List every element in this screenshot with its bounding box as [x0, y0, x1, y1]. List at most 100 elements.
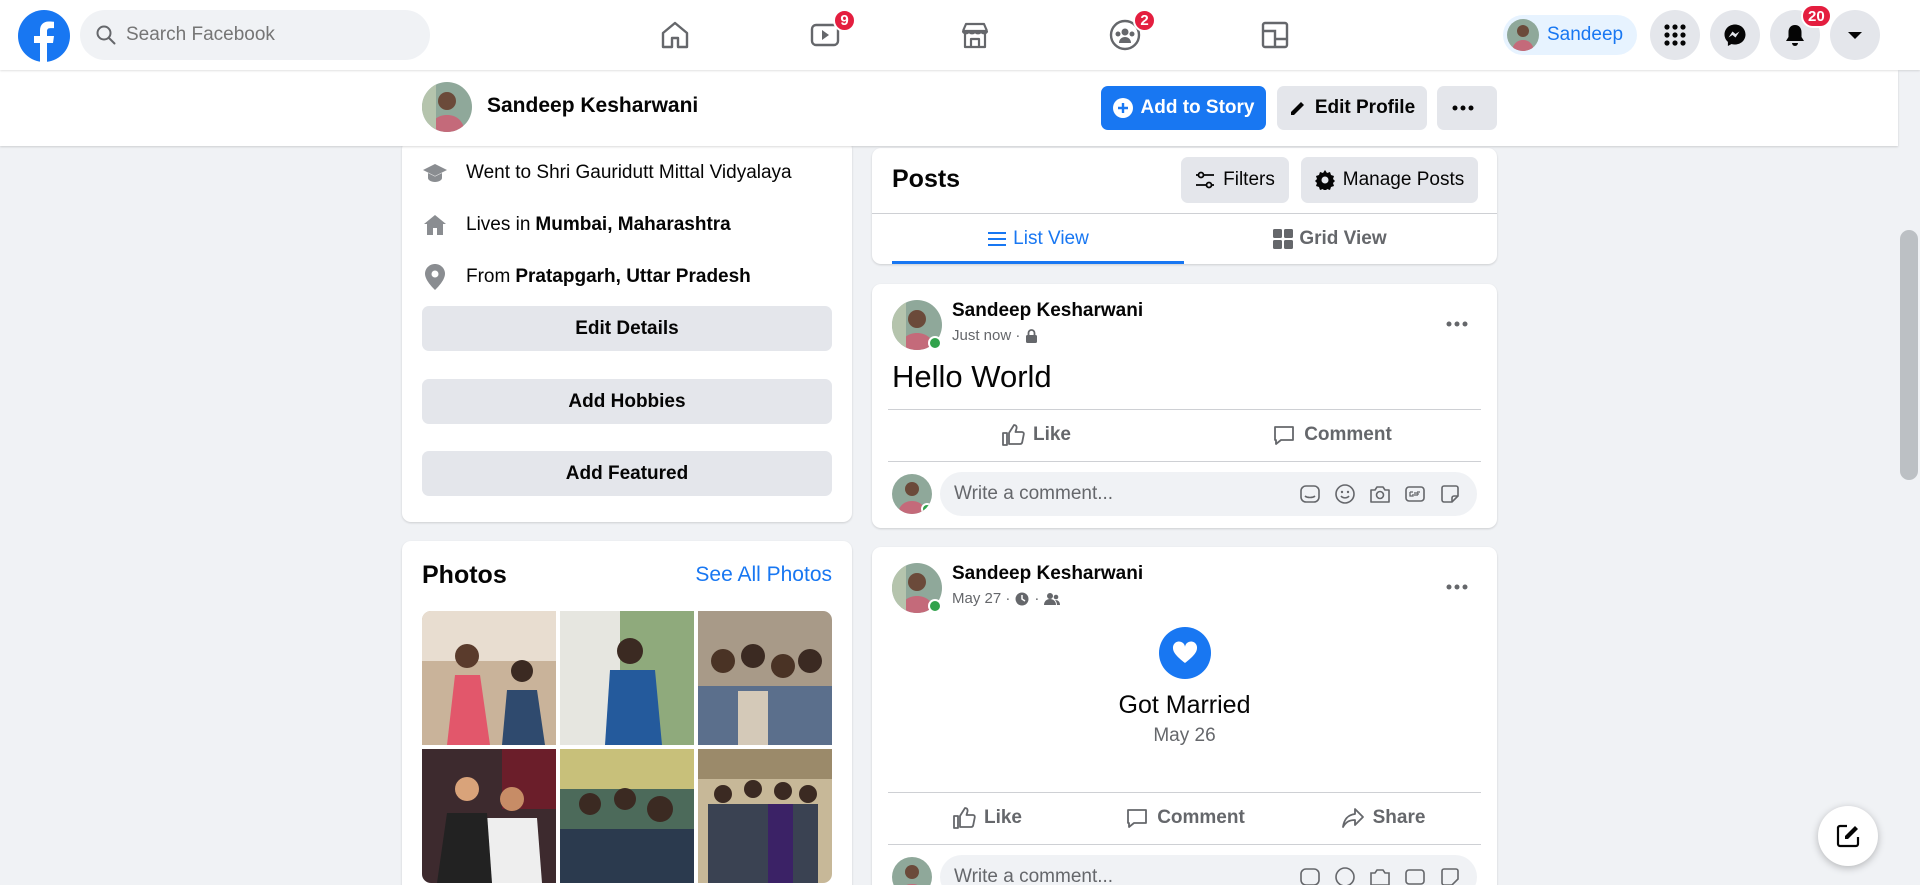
like-label: Like	[1032, 424, 1072, 445]
post-author[interactable]: Sandeep Kesharwani	[952, 563, 1143, 585]
gif-icon[interactable]	[1397, 862, 1432, 885]
comment-button[interactable]: Comment	[1086, 798, 1284, 838]
lives-in-place[interactable]: Mumbai, Maharashtra	[535, 214, 730, 236]
notifications-button[interactable]: 20	[1770, 4, 1832, 60]
lives-in-prefix: Lives in	[466, 214, 531, 235]
from-place[interactable]: Pratapgarh, Uttar Pradesh	[515, 266, 750, 288]
like-button[interactable]: Like	[888, 798, 1086, 838]
manage-posts-button[interactable]: Manage Posts	[1301, 157, 1478, 203]
divider	[888, 409, 1481, 410]
edit-profile-button[interactable]: Edit Profile	[1277, 86, 1427, 130]
comment-input[interactable]: Write a comment...	[940, 855, 1477, 885]
nav-marketplace[interactable]	[900, 0, 1050, 70]
comment-placeholder: Write a comment...	[954, 866, 1114, 885]
camera-icon[interactable]	[1362, 479, 1397, 509]
lives-in-row: Lives in Mumbai, Maharashtra	[422, 212, 731, 238]
see-all-photos-link[interactable]: See All Photos	[695, 563, 832, 587]
lock-icon[interactable]	[1020, 328, 1038, 343]
page-scrollbar[interactable]	[1898, 70, 1920, 885]
life-event-title: Got Married	[1118, 691, 1251, 719]
thumbs-up-icon	[1001, 423, 1033, 447]
comment-label: Comment	[1157, 807, 1245, 828]
facebook-logo-icon[interactable]	[18, 10, 70, 62]
like-label: Like	[983, 807, 1023, 828]
nav-groups[interactable]: 2	[1050, 0, 1200, 70]
heart-icon	[1159, 627, 1211, 679]
marketplace-icon	[959, 19, 991, 51]
photo-thumbnail[interactable]	[698, 611, 832, 745]
post-options-button[interactable]	[1437, 304, 1477, 344]
scrollbar-thumb[interactable]	[1900, 230, 1918, 480]
posts-header-card: Posts Filters Manage Posts List View Gri…	[872, 148, 1497, 264]
location-pin-icon	[422, 264, 448, 290]
post-card: Sandeep Kesharwani May 27 · · Got Marrie…	[872, 547, 1497, 885]
plus-circle-icon	[1112, 98, 1141, 118]
menu-button[interactable]	[1650, 10, 1700, 60]
like-button[interactable]: Like	[888, 415, 1184, 455]
comment-icon	[1125, 806, 1157, 830]
main-nav-tabs: 9 2	[600, 0, 1350, 70]
avatar[interactable]	[422, 82, 472, 132]
emoji-icon[interactable]	[1327, 479, 1362, 509]
edit-details-button[interactable]: Edit Details	[422, 306, 832, 351]
nav-watch[interactable]: 9	[750, 0, 900, 70]
add-to-story-button[interactable]: Add to Story	[1101, 86, 1266, 130]
watch-badge: 9	[833, 9, 856, 32]
photo-thumbnail[interactable]	[422, 749, 556, 883]
photos-card: Photos See All Photos	[402, 541, 852, 885]
post-meta: Just now ·	[952, 327, 1038, 344]
online-status-dot	[928, 336, 942, 350]
filters-icon	[1195, 171, 1223, 189]
post-author[interactable]: Sandeep Kesharwani	[952, 300, 1143, 322]
nav-gaming[interactable]	[1200, 0, 1350, 70]
comment-composer: Write a comment...	[892, 855, 1477, 885]
messenger-button[interactable]	[1710, 10, 1760, 60]
photo-thumbnail[interactable]	[560, 749, 694, 883]
thumbs-up-icon	[952, 806, 984, 830]
online-status-dot	[928, 599, 942, 613]
comment-button[interactable]: Comment	[1184, 415, 1480, 455]
sticker-icon[interactable]	[1432, 479, 1467, 509]
post-time[interactable]: May 27 ·	[952, 590, 1010, 607]
profile-more-button[interactable]	[1437, 86, 1497, 130]
comment-input[interactable]: Write a comment...	[940, 472, 1477, 516]
emoji-icon[interactable]	[1327, 862, 1362, 885]
share-button[interactable]: Share	[1284, 798, 1482, 838]
tab-grid-view[interactable]: Grid View	[1184, 214, 1476, 264]
profile-shortcut[interactable]: Sandeep	[1503, 15, 1638, 55]
avatar-sticker-icon[interactable]	[1292, 862, 1327, 885]
camera-icon[interactable]	[1362, 862, 1397, 885]
account-menu-button[interactable]	[1830, 10, 1880, 60]
add-featured-button[interactable]: Add Featured	[422, 451, 832, 496]
list-view-label: List View	[1013, 228, 1089, 249]
search-bar[interactable]	[80, 10, 430, 60]
photos-title[interactable]: Photos	[422, 561, 507, 590]
groups-badge: 2	[1133, 9, 1156, 32]
home-icon	[422, 212, 448, 238]
post-options-button[interactable]	[1437, 567, 1477, 607]
graduation-cap-icon	[422, 160, 448, 186]
avatar-sticker-icon[interactable]	[1292, 479, 1327, 509]
post-time[interactable]: Just now ·	[952, 327, 1020, 344]
grid-menu-icon	[1663, 23, 1687, 47]
sticker-icon[interactable]	[1432, 862, 1467, 885]
manage-posts-label: Manage Posts	[1342, 169, 1465, 190]
photo-thumbnail[interactable]	[560, 611, 694, 745]
new-message-button[interactable]	[1818, 806, 1878, 866]
friends-icon[interactable]	[1039, 592, 1061, 606]
list-icon	[987, 231, 1013, 247]
add-hobbies-button[interactable]: Add Hobbies	[422, 379, 832, 424]
photo-thumbnail[interactable]	[422, 611, 556, 745]
profile-name[interactable]: Sandeep Kesharwani	[487, 94, 698, 118]
photo-thumbnail[interactable]	[698, 749, 832, 883]
nav-home[interactable]	[600, 0, 750, 70]
grid-view-label: Grid View	[1299, 228, 1387, 249]
top-navigation-bar: 9 2 Sandeep	[0, 0, 1920, 70]
filters-label: Filters	[1223, 169, 1275, 190]
search-input[interactable]	[126, 24, 406, 46]
clock-icon[interactable]	[1010, 592, 1029, 606]
gif-icon[interactable]	[1397, 479, 1432, 509]
tab-list-view[interactable]: List View	[892, 214, 1184, 264]
filters-button[interactable]: Filters	[1181, 157, 1289, 203]
avatar	[892, 474, 932, 514]
